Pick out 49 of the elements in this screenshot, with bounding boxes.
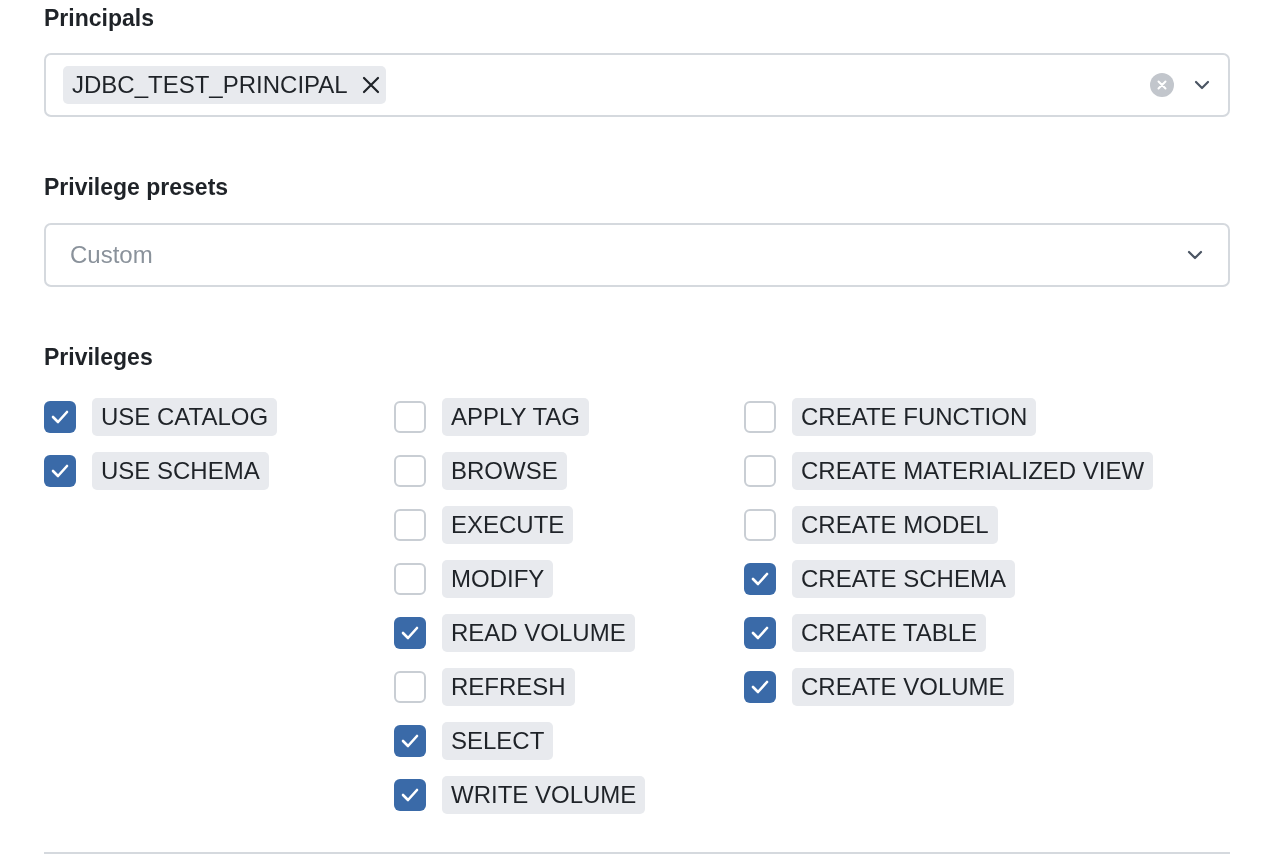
privilege-label[interactable]: READ VOLUME: [442, 614, 635, 652]
privilege-label[interactable]: CREATE FUNCTION: [792, 398, 1037, 436]
check-icon: [751, 626, 769, 640]
privilege-label[interactable]: CREATE SCHEMA: [792, 560, 1015, 598]
checkbox[interactable]: [394, 725, 426, 757]
privilege-label[interactable]: REFRESH: [442, 668, 575, 706]
check-icon: [751, 572, 769, 586]
checkbox[interactable]: [394, 455, 426, 487]
checkbox[interactable]: [394, 401, 426, 433]
privilege-label[interactable]: SELECT: [442, 722, 554, 760]
privilege-label[interactable]: MODIFY: [442, 560, 554, 598]
privilege-label[interactable]: EXECUTE: [442, 506, 574, 544]
principals-select[interactable]: JDBC_TEST_PRINCIPAL: [44, 53, 1230, 117]
checkbox[interactable]: [44, 455, 76, 487]
privilege-label[interactable]: CREATE TABLE: [792, 614, 987, 652]
checkbox[interactable]: [394, 779, 426, 811]
chevron-down-icon[interactable]: [1194, 80, 1210, 90]
check-icon: [401, 734, 419, 748]
checkbox[interactable]: [394, 617, 426, 649]
check-icon: [51, 464, 69, 478]
checkbox[interactable]: [744, 617, 776, 649]
checkbox[interactable]: [44, 401, 76, 433]
tag-text: JDBC_TEST_PRINCIPAL: [72, 70, 348, 100]
check-icon: [51, 410, 69, 424]
check-icon: [401, 788, 419, 802]
select-placeholder: Custom: [70, 240, 154, 270]
privilege-label[interactable]: CREATE MODEL: [792, 506, 998, 544]
field-label: Privilege presets: [44, 173, 230, 201]
privilege-label[interactable]: WRITE VOLUME: [442, 776, 646, 814]
privilege-label[interactable]: USE CATALOG: [92, 398, 278, 436]
checkbox[interactable]: [744, 401, 776, 433]
close-icon[interactable]: [361, 76, 380, 94]
checkbox[interactable]: [394, 563, 426, 595]
field-label: Privileges: [44, 343, 154, 371]
privilege-label[interactable]: APPLY TAG: [442, 398, 589, 436]
checkbox[interactable]: [744, 671, 776, 703]
checkbox[interactable]: [744, 509, 776, 541]
privilege-label[interactable]: CREATE MATERIALIZED VIEW: [792, 452, 1154, 490]
checkbox[interactable]: [744, 455, 776, 487]
chevron-down-icon[interactable]: [1187, 250, 1203, 260]
privilege-label[interactable]: USE SCHEMA: [92, 452, 269, 490]
checkbox[interactable]: [394, 671, 426, 703]
privilege-label[interactable]: BROWSE: [442, 452, 567, 490]
check-icon: [401, 626, 419, 640]
checkbox[interactable]: [394, 509, 426, 541]
field-label: Principals: [44, 4, 155, 32]
check-icon: [751, 680, 769, 694]
privilege-label[interactable]: CREATE VOLUME: [792, 668, 1014, 706]
checkbox[interactable]: [744, 563, 776, 595]
